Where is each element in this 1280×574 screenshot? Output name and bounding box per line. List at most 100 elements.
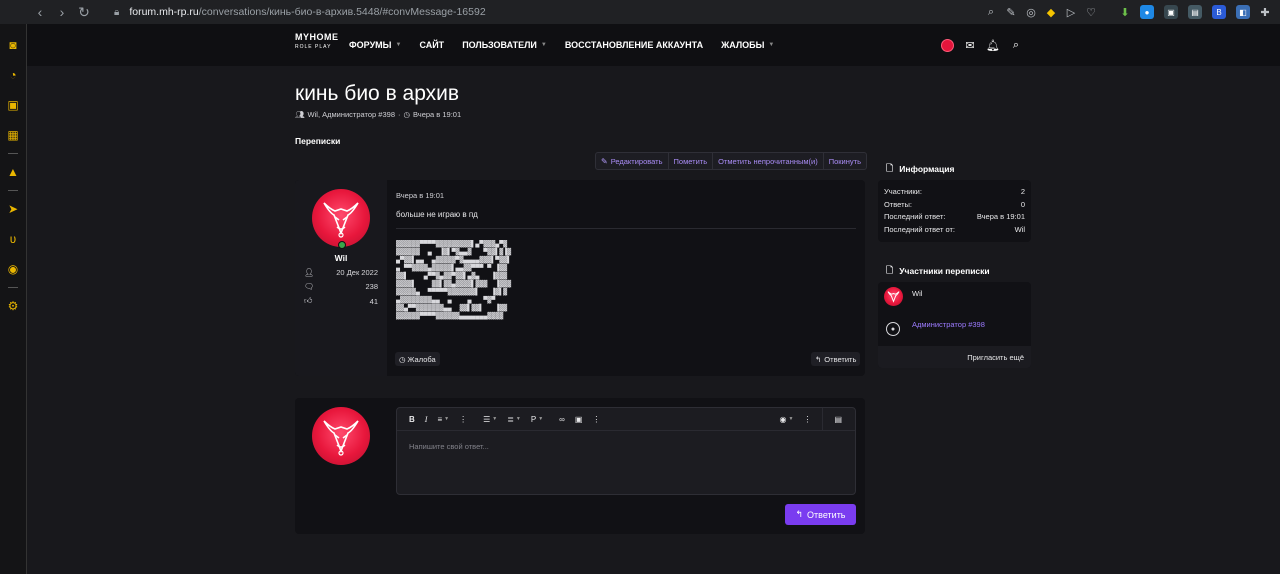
nav-label: ФОРУМЫ [349, 40, 392, 50]
action-label: Покинуть [828, 156, 861, 166]
extension-icon[interactable]: ◧ [1236, 5, 1250, 19]
more-options-button[interactable]: ⋮ [587, 415, 605, 424]
preview-button[interactable]: ▤ [829, 415, 847, 424]
address-bar[interactable]: 🔒︎ forum.mh-rp.ru/conversations/кинь-био… [114, 0, 486, 24]
button-label: Жалоба [407, 354, 436, 364]
nav-label: ВОССТАНОВЛЕНИЕ АККАУНТА [564, 40, 704, 50]
gear-icon[interactable]: ⚙ [3, 296, 23, 316]
extension-icon[interactable]: ● [1140, 5, 1154, 19]
text-style-button[interactable]: ≡ ▼ [432, 415, 454, 424]
block-title-text: Участники переписки [899, 266, 990, 276]
extension-icon[interactable]: ▣ [1164, 5, 1178, 19]
brand-icon[interactable]: ▲ [3, 162, 23, 182]
telegram-icon[interactable]: ➤ [3, 199, 23, 219]
message-date[interactable]: Вчера в 19:01 [396, 191, 444, 200]
reload-icon[interactable]: ↻ [73, 0, 95, 24]
user-circle-icon[interactable]: ● [886, 322, 900, 336]
author-name[interactable]: Wil [295, 253, 387, 263]
list-icon: ☰ [483, 414, 491, 424]
leave-button[interactable]: Покинуть [824, 153, 866, 169]
nav-complaints[interactable]: ЖАЛОБЫ ▼ [721, 40, 774, 50]
meta-participants[interactable]: Wil, Администратор #398 [308, 110, 395, 119]
url-host: forum.mh-rp.ru [129, 6, 199, 18]
list-button[interactable]: ☰ ▼ [478, 415, 502, 424]
user-icon: 👤︎ [304, 267, 315, 277]
participant-name[interactable]: Wil [912, 289, 922, 298]
extension-icon[interactable]: ▤ [1188, 5, 1202, 19]
camera-icon[interactable]: ◎ [1022, 3, 1040, 21]
align-button[interactable]: ≣ ▼ [502, 415, 526, 424]
zoom-icon[interactable]: ⌕ [982, 3, 1000, 21]
info-label: Последний ответ от: [884, 225, 955, 234]
edit-button[interactable]: ✎ Редактировать [596, 153, 669, 169]
more-options-button[interactable]: ⋮ [454, 415, 472, 424]
complain-button[interactable]: ◷ Жалоба [395, 352, 440, 366]
envelope-icon[interactable]: ✉ [963, 38, 977, 52]
message-text: больше не играю в пд [396, 210, 478, 219]
shield-icon[interactable]: ◆ [1042, 3, 1060, 21]
submit-reply-button[interactable]: ↰ Ответить [785, 504, 856, 525]
participant-name[interactable]: Администратор #398 [912, 320, 985, 329]
site-logo[interactable]: MYHOME ROLE PLAY [295, 32, 338, 58]
reply-button[interactable]: ↰ Ответить [811, 352, 861, 366]
nav-account-recovery[interactable]: ВОССТАНОВЛЕНИЕ АККАУНТА [565, 40, 703, 50]
download-icon[interactable]: ⬇ [1116, 3, 1134, 21]
edit-icon[interactable]: ✎ [1002, 3, 1020, 21]
user-avatar[interactable] [941, 38, 954, 52]
info-row: Последний ответ: Вчера в 19:01 [884, 212, 1025, 221]
nav-site[interactable]: САЙТ [419, 40, 444, 50]
forward-icon[interactable]: › [51, 0, 73, 24]
main-nav: ФОРУМЫ ▼ САЙТ ПОЛЬЗОВАТЕЛИ ▼ ВОССТАНОВЛЕНИ… [349, 24, 774, 66]
logo-subtext: ROLE PLAY [295, 44, 332, 50]
document-icon: 🗋︎ [886, 163, 894, 173]
preview-toggle-button[interactable]: ◉ ▼ [775, 415, 799, 424]
url-path: /conversations/кинь-био-в-архив.5448/#co… [198, 6, 486, 18]
action-label: Пометить [673, 156, 708, 166]
reply-icon: ↰ [815, 354, 822, 364]
puzzle-icon[interactable]: ✚ [1256, 3, 1274, 21]
nav-forums[interactable]: ФОРУМЫ ▼ [349, 40, 401, 50]
speedometer-icon[interactable]: ◔ [3, 65, 23, 85]
vk-icon[interactable]: ʋ [3, 229, 23, 249]
heart-icon[interactable]: ♡ [1082, 3, 1100, 21]
gamepad-icon[interactable]: ◙ [3, 35, 23, 55]
info-value[interactable]: Wil [1015, 225, 1025, 234]
info-row: Участники: 2 [884, 187, 1025, 196]
search-icon[interactable]: ⌕ [1009, 38, 1023, 52]
chevron-down-icon: ▼ [395, 42, 402, 48]
document-search-icon: ▤ [834, 414, 842, 424]
back-icon[interactable]: ‹ [29, 0, 51, 24]
more-options-button[interactable]: ⋮ [798, 415, 816, 424]
online-status-dot [338, 241, 346, 249]
discord-icon[interactable]: ◉ [3, 259, 23, 279]
editor-placeholder: Напишите свой ответ... [409, 442, 489, 451]
participant-avatar[interactable] [884, 287, 903, 306]
bell-icon[interactable]: 🔔︎ [986, 38, 1000, 52]
link-button[interactable]: ∞ [554, 415, 570, 424]
action-label: Редактировать [610, 156, 663, 166]
play-icon[interactable]: ▷ [1062, 3, 1080, 21]
box-icon[interactable]: ▦ [3, 125, 23, 145]
vk-icon[interactable]: В [1212, 5, 1226, 19]
chevron-down-icon: ▼ [538, 416, 544, 422]
mark-unread-button[interactable]: Отметить непрочитанным(и) [713, 153, 824, 169]
browser-toolbar: ‹ › ↻ 🔒︎ forum.mh-rp.ru/conversations/ки… [0, 0, 1280, 24]
info-row: Последний ответ от: Wil [884, 225, 1025, 234]
image-button[interactable]: ▣ [570, 415, 588, 424]
breadcrumb[interactable]: Переписки [295, 136, 340, 146]
author-avatar[interactable] [312, 189, 370, 247]
reply-editor[interactable]: B I ≡ ▼ ⋮ ☰ ▼ ≣ ▼ P ▼ ∞ ▣ ⋮ ◉ ▼ ⋮ ▤ Напишите … [396, 407, 856, 495]
paragraph-button[interactable]: P ▼ [526, 415, 548, 424]
editor-toolbar: B I ≡ ▼ ⋮ ☰ ▼ ≣ ▼ P ▼ ∞ ▣ ⋮ ◉ ▼ ⋮ ▤ [397, 408, 855, 431]
info-block-title: 🗋︎ Информация [886, 161, 954, 177]
meta-separator: · [398, 110, 401, 119]
italic-button[interactable]: I [420, 415, 433, 424]
bag-icon[interactable]: ▣ [3, 95, 23, 115]
chevron-down-icon: ▼ [788, 416, 794, 422]
mark-button[interactable]: Пометить [669, 153, 714, 169]
invite-more-button[interactable]: Пригласить ещё [878, 346, 1031, 368]
nav-users[interactable]: ПОЛЬЗОВАТЕЛИ ▼ [462, 40, 547, 50]
info-value: 2 [1020, 187, 1025, 196]
pencil-icon: ✎ [601, 156, 608, 166]
bold-button[interactable]: B [404, 415, 420, 424]
